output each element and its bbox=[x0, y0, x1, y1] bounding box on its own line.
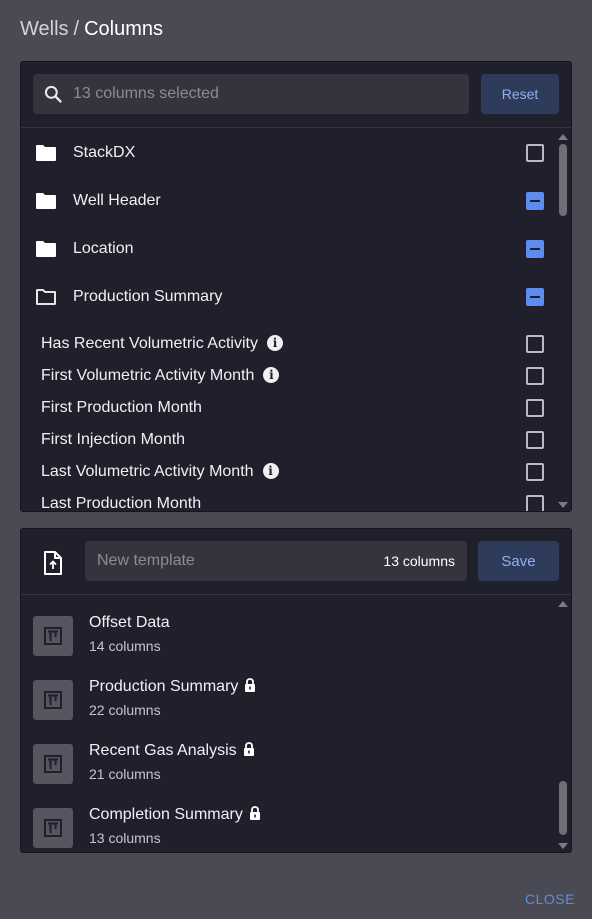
search-box bbox=[33, 74, 469, 114]
template-count: 22 columns bbox=[89, 702, 161, 718]
scroll-up-arrow-icon[interactable] bbox=[558, 134, 568, 140]
checkbox-partial[interactable] bbox=[526, 240, 544, 258]
template-name: Production Summary bbox=[89, 678, 239, 695]
folder-label: Production Summary bbox=[73, 288, 223, 305]
table-icon bbox=[44, 691, 62, 709]
checkbox[interactable] bbox=[526, 431, 544, 449]
folder-label: Well Header bbox=[73, 192, 161, 209]
scroll-thumb[interactable] bbox=[559, 144, 567, 216]
column-item[interactable]: First Injection Month bbox=[21, 424, 557, 456]
checkbox[interactable] bbox=[526, 399, 544, 417]
checkbox[interactable] bbox=[526, 335, 544, 353]
lock-icon bbox=[243, 742, 254, 756]
scroll-thumb[interactable] bbox=[559, 781, 567, 835]
folder-row-location[interactable]: Location bbox=[21, 225, 557, 273]
column-item[interactable]: Has Recent Volumetric Activity i bbox=[21, 328, 557, 360]
template-thumbnail bbox=[33, 616, 73, 656]
template-thumbnail bbox=[33, 680, 73, 720]
checkbox-partial[interactable] bbox=[526, 288, 544, 306]
close-button[interactable]: CLOSE bbox=[525, 891, 575, 907]
scroll-down-arrow-icon[interactable] bbox=[558, 502, 568, 508]
scroll-down-arrow-icon[interactable] bbox=[558, 843, 568, 849]
column-label: First Injection Month bbox=[41, 431, 186, 448]
template-item[interactable]: Completion Summary 13 columns bbox=[21, 800, 557, 852]
folder-label: Location bbox=[73, 240, 134, 257]
templates-panel: 13 columns Save Offset Data 14 columns bbox=[20, 528, 572, 853]
breadcrumb-current: Columns bbox=[84, 18, 164, 40]
template-name: Completion Summary bbox=[89, 806, 243, 823]
column-label: Last Volumetric Activity Month bbox=[41, 463, 254, 480]
checkbox[interactable] bbox=[526, 367, 544, 385]
checkbox[interactable] bbox=[526, 463, 544, 481]
template-item[interactable]: Production Summary 22 columns bbox=[21, 672, 557, 736]
scroll-up-arrow-icon[interactable] bbox=[558, 601, 568, 607]
lock-icon bbox=[245, 678, 256, 692]
folder-row-well-header[interactable]: Well Header bbox=[21, 177, 557, 225]
folder-row-stackdx[interactable]: StackDX bbox=[21, 129, 557, 177]
reset-button[interactable]: Reset bbox=[481, 74, 559, 114]
column-label: First Volumetric Activity Month bbox=[41, 367, 255, 384]
column-item[interactable]: First Volumetric Activity Month i bbox=[21, 360, 557, 392]
breadcrumb-separator: / bbox=[73, 18, 80, 40]
folder-filled-icon bbox=[36, 193, 56, 209]
table-icon bbox=[44, 627, 62, 645]
save-button[interactable]: Save bbox=[478, 541, 559, 581]
template-thumbnail bbox=[33, 808, 73, 848]
template-thumbnail bbox=[33, 744, 73, 784]
template-column-count: 13 columns bbox=[383, 553, 455, 569]
template-count: 14 columns bbox=[89, 638, 161, 654]
upload-file-icon[interactable] bbox=[43, 551, 63, 575]
folder-open-icon bbox=[36, 289, 56, 305]
lock-icon bbox=[249, 806, 260, 820]
breadcrumb-parent[interactable]: Wells bbox=[20, 18, 69, 40]
template-name: Offset Data bbox=[89, 614, 170, 631]
template-name: Recent Gas Analysis bbox=[89, 742, 237, 759]
column-item[interactable]: First Production Month bbox=[21, 392, 557, 424]
table-icon bbox=[44, 755, 62, 773]
template-item[interactable]: Recent Gas Analysis 21 columns bbox=[21, 736, 557, 800]
column-item[interactable]: Last Production Month bbox=[21, 488, 557, 512]
column-picker-panel: Reset StackDX Well Header Location bbox=[20, 61, 572, 512]
folder-label: StackDX bbox=[73, 144, 136, 161]
checkbox[interactable] bbox=[526, 495, 544, 511]
folder-filled-icon bbox=[36, 145, 56, 161]
template-list-scrollbar[interactable] bbox=[555, 595, 571, 852]
folder-filled-icon bbox=[36, 241, 56, 257]
template-list: Offset Data 14 columns Production Summar… bbox=[21, 595, 557, 852]
template-item[interactable]: Offset Data 14 columns bbox=[21, 608, 557, 672]
template-name-box: 13 columns bbox=[85, 541, 467, 581]
template-count: 13 columns bbox=[89, 830, 161, 846]
column-label: Has Recent Volumetric Activity bbox=[41, 335, 258, 352]
table-icon bbox=[44, 819, 62, 837]
column-list-scrollbar[interactable] bbox=[555, 128, 571, 511]
info-icon[interactable]: i bbox=[263, 367, 280, 383]
info-icon[interactable]: i bbox=[262, 463, 279, 479]
template-count: 21 columns bbox=[89, 766, 161, 782]
checkbox-partial[interactable] bbox=[526, 192, 544, 210]
column-list: StackDX Well Header Location Production … bbox=[21, 128, 557, 512]
info-icon[interactable]: i bbox=[266, 335, 283, 351]
column-label: Last Production Month bbox=[41, 495, 202, 512]
column-item[interactable]: Last Volumetric Activity Month i bbox=[21, 456, 557, 488]
checkbox[interactable] bbox=[526, 144, 544, 162]
page-title: Wells / Columns bbox=[20, 16, 163, 42]
search-input[interactable] bbox=[73, 85, 469, 103]
folder-row-production-summary[interactable]: Production Summary bbox=[21, 273, 557, 321]
template-name-input[interactable] bbox=[97, 541, 367, 581]
column-label: First Production Month bbox=[41, 399, 202, 416]
search-icon bbox=[44, 85, 62, 103]
